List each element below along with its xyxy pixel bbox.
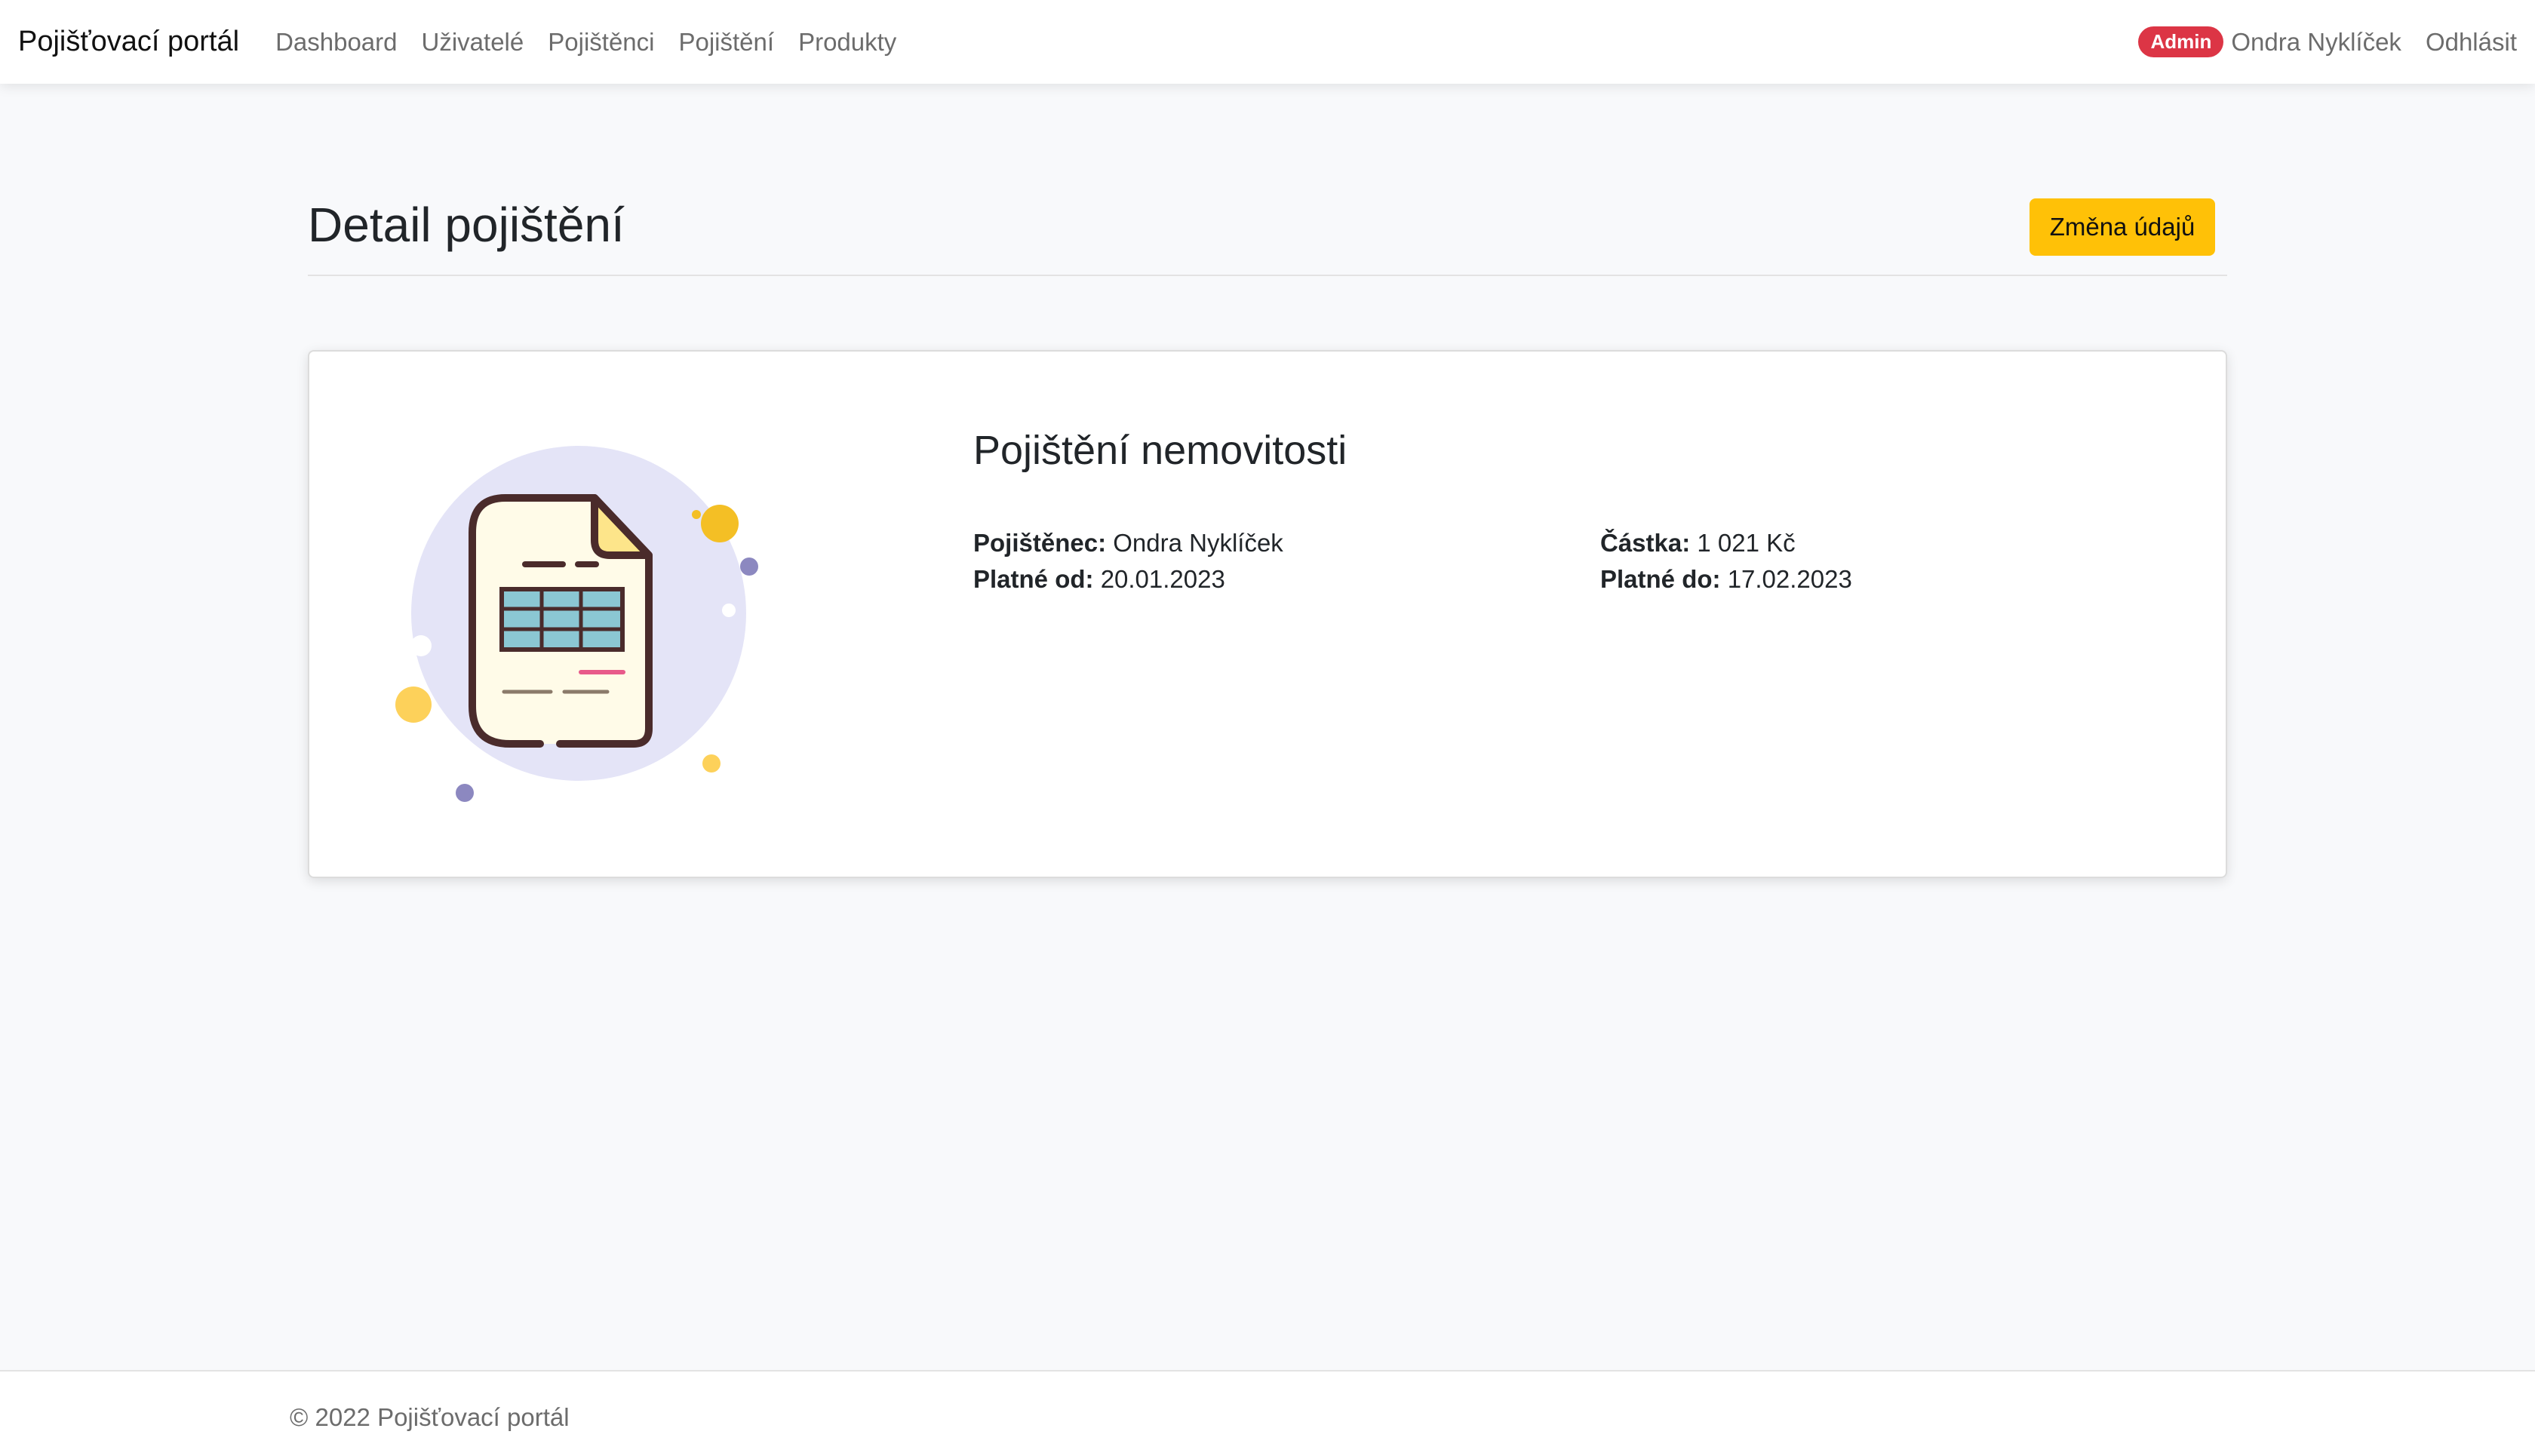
page-footer: © 2022 Pojišťovací portál: [0, 1370, 2535, 1456]
amount-row: Částka: 1 021 Kč: [1600, 525, 1796, 561]
admin-badge: Admin: [2138, 26, 2224, 57]
nav-user-area: Admin Ondra Nyklíček Odhlásit: [2138, 26, 2517, 57]
nav-link-dashboard[interactable]: Dashboard: [275, 28, 397, 57]
nav-link-insurances[interactable]: Pojištění: [678, 28, 774, 57]
brand-link[interactable]: Pojišťovací portál: [18, 26, 239, 58]
valid-to-value: 17.02.2023: [1727, 565, 1852, 593]
footer-copyright: © 2022 Pojišťovací portál: [290, 1403, 570, 1431]
insured-label: Pojištěnec:: [973, 529, 1107, 557]
nav-link-users[interactable]: Uživatelé: [422, 28, 524, 57]
valid-from-row: Platné od: 20.01.2023: [973, 561, 1225, 597]
edit-details-button[interactable]: Změna údajů: [2030, 198, 2215, 256]
document-spreadsheet-icon: [395, 446, 758, 802]
valid-from-value: 20.01.2023: [1100, 565, 1225, 593]
nav-link-products[interactable]: Produkty: [798, 28, 896, 57]
logout-link[interactable]: Odhlásit: [2426, 28, 2517, 57]
valid-to-label: Platné do:: [1600, 565, 1721, 593]
nav-link-insured-persons[interactable]: Pojištěnci: [548, 28, 654, 57]
top-navbar: Pojišťovací portál Dashboard Uživatelé P…: [0, 0, 2535, 84]
amount-label: Částka:: [1600, 529, 1691, 557]
valid-to-row: Platné do: 17.02.2023: [1600, 561, 1852, 597]
insured-person-row: Pojištěnec: Ondra Nyklíček: [973, 525, 1283, 561]
insured-value: Ondra Nyklíček: [1113, 529, 1283, 557]
main-content: Detail pojištění Změna údajů Pojištění n…: [308, 84, 2227, 878]
page-header: Detail pojištění Změna údajů: [308, 84, 2227, 276]
insurance-detail-card: Pojištění nemovitosti Pojištěnec: Ondra …: [308, 350, 2227, 878]
user-name-link[interactable]: Ondra Nyklíček: [2231, 28, 2401, 57]
product-name: Pojištění nemovitosti: [973, 428, 1347, 473]
page-title: Detail pojištění: [308, 198, 625, 252]
valid-from-label: Platné od:: [973, 565, 1094, 593]
amount-value: 1 021 Kč: [1697, 529, 1796, 557]
